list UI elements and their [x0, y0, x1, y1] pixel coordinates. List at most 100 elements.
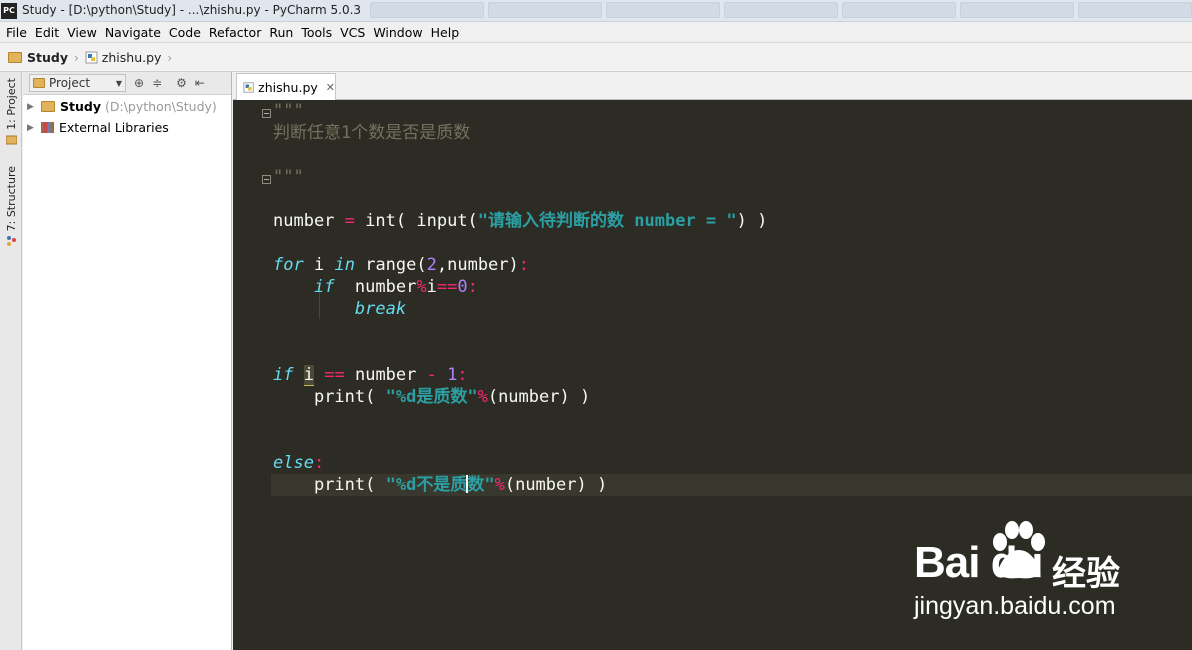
fold-marker-icon[interactable]: [262, 109, 271, 118]
menu-window[interactable]: Window: [369, 22, 426, 43]
tab-project-label: 1: Project: [4, 78, 18, 130]
token-operator: :: [467, 277, 478, 297]
token-operator: %: [477, 387, 488, 407]
token-builtin: range(: [365, 255, 427, 275]
token-operator: :: [518, 255, 530, 275]
code-content: """ 判断任意1个数是否是质数 """ number = int( input…: [273, 100, 767, 520]
code-line-if-mod: if number%i==0:: [273, 276, 478, 298]
tab-project[interactable]: 1: Project: [0, 78, 22, 145]
code-line-number-input: number = int( input("请输入待判断的数 number = "…: [273, 210, 767, 232]
code-line-print-not-prime: print( "%d不是质数"%(number) ): [273, 474, 607, 496]
expand-arrow-icon[interactable]: ▶: [27, 102, 41, 112]
folder-icon: [8, 52, 22, 63]
expand-arrow-icon[interactable]: ▶: [27, 123, 41, 133]
python-file-icon: [85, 51, 98, 64]
tree-item-study-label: Study: [60, 99, 101, 114]
token-punct: (number) ): [504, 475, 608, 495]
menu-code[interactable]: Code: [165, 22, 205, 43]
watermark-cn-text: 经验: [1052, 554, 1120, 594]
breadcrumb-project-label: Study: [27, 50, 68, 65]
token-keyword: break: [354, 299, 407, 319]
token-string: "请输入待判断的数 number = ": [477, 211, 737, 231]
token-punct: ) ): [736, 211, 768, 231]
breadcrumb-project[interactable]: Study: [8, 50, 68, 65]
project-toolbar: Project ▼ ⊕ ≑ ⚙ ⇤: [23, 72, 231, 95]
chevron-down-icon: ▼: [115, 78, 122, 88]
token-identifier: i: [313, 255, 325, 275]
chevron-right-icon: ›: [73, 50, 79, 65]
watermark-url: jingyan.baidu.com: [914, 592, 1116, 620]
locate-icon[interactable]: ⊕: [134, 76, 144, 90]
code-line-doc-open: """: [273, 101, 304, 121]
token-identifier-highlighted: i: [303, 365, 314, 386]
folder-icon: [33, 78, 45, 88]
code-line-for: for i in range(2,number):: [273, 254, 529, 276]
token-builtin: int(: [365, 211, 407, 231]
code-line-print-prime: print( "%d是质数"%(number) ): [273, 386, 590, 408]
tree-item-study[interactable]: ▶ Study (D:\python\Study): [23, 96, 231, 117]
token-operator: :: [313, 453, 325, 473]
python-file-icon: [243, 81, 254, 93]
token-number: 1: [447, 365, 458, 385]
code-line-doc-close: """: [273, 167, 304, 187]
code-line-docstring: 判断任意1个数是否是质数: [273, 123, 471, 143]
token-operator: =: [344, 211, 355, 231]
token-operator: -: [426, 365, 437, 385]
token-identifier: i: [426, 277, 437, 297]
editor-tab-zhishu[interactable]: zhishu.py ✕: [236, 73, 336, 100]
code-line-break: break: [273, 298, 406, 320]
token-number: 2: [426, 255, 437, 275]
chevron-right-icon: ›: [167, 50, 173, 65]
token-keyword: else: [273, 453, 314, 473]
libraries-icon: [41, 122, 54, 133]
token-string: "%d是质数": [385, 387, 478, 407]
menu-view[interactable]: View: [63, 22, 101, 43]
token-operator: :: [457, 365, 468, 385]
menu-edit[interactable]: Edit: [31, 22, 63, 43]
menu-run[interactable]: Run: [265, 22, 297, 43]
tab-structure[interactable]: 7: Structure: [0, 166, 22, 247]
menu-help[interactable]: Help: [427, 22, 464, 43]
gear-icon[interactable]: ⚙: [176, 76, 187, 90]
project-view-select-label: Project: [49, 76, 91, 90]
token-identifier: number: [354, 277, 417, 297]
breadcrumb-file-label: zhishu.py: [101, 50, 162, 65]
tree-item-external-libraries-label: External Libraries: [59, 120, 169, 135]
token-operator: %: [494, 475, 505, 495]
token-string: 数": [467, 475, 495, 495]
close-icon[interactable]: ✕: [326, 81, 335, 94]
project-view-select[interactable]: Project ▼: [29, 74, 126, 92]
hide-panel-icon[interactable]: ⇤: [195, 76, 205, 90]
window-title: Study - [D:\python\Study] - ...\zhishu.p…: [22, 3, 362, 17]
watermark-logo-text: Bai du: [914, 538, 1043, 587]
token-string: "%d不是质: [385, 475, 468, 495]
menu-vcs[interactable]: VCS: [336, 22, 369, 43]
token-builtin: print(: [313, 387, 376, 407]
title-bar: PC Study - [D:\python\Study] - ...\zhish…: [0, 0, 1192, 22]
tab-structure-label: 7: Structure: [4, 166, 18, 232]
token-keyword: for: [273, 255, 304, 275]
code-line-if-equal: if i == number - 1:: [273, 364, 468, 386]
code-line-else: else:: [273, 452, 324, 474]
token-identifier: number: [354, 365, 417, 385]
menu-tools[interactable]: Tools: [297, 22, 336, 43]
breadcrumb-file[interactable]: zhishu.py: [85, 50, 162, 65]
token-operator: %: [416, 277, 427, 297]
baidu-jingyan-watermark: Bai du 经验 jingyan.baidu.com: [914, 520, 1134, 630]
menu-navigate[interactable]: Navigate: [101, 22, 165, 43]
navigation-bar: Study › zhishu.py ›: [0, 44, 1192, 72]
collapse-all-icon[interactable]: ≑: [152, 76, 162, 90]
token-keyword: if: [273, 365, 294, 385]
menu-refactor[interactable]: Refactor: [205, 22, 265, 43]
token-number: 0: [457, 277, 468, 297]
tree-item-external-libraries[interactable]: ▶ External Libraries: [23, 117, 231, 138]
token-builtin: print(: [313, 475, 376, 495]
project-panel: Project ▼ ⊕ ≑ ⚙ ⇤ ▶ Study (D:\python\Stu…: [23, 72, 232, 650]
pycharm-logo-icon: PC: [1, 3, 17, 19]
editor-tab-bar: zhishu.py ✕: [233, 72, 1192, 100]
token-identifier: number: [273, 211, 335, 231]
background-taskbar-tabs: [370, 2, 1192, 20]
menu-file[interactable]: File: [2, 22, 31, 43]
token-builtin: input(: [416, 211, 478, 231]
fold-marker-icon[interactable]: [262, 175, 271, 184]
